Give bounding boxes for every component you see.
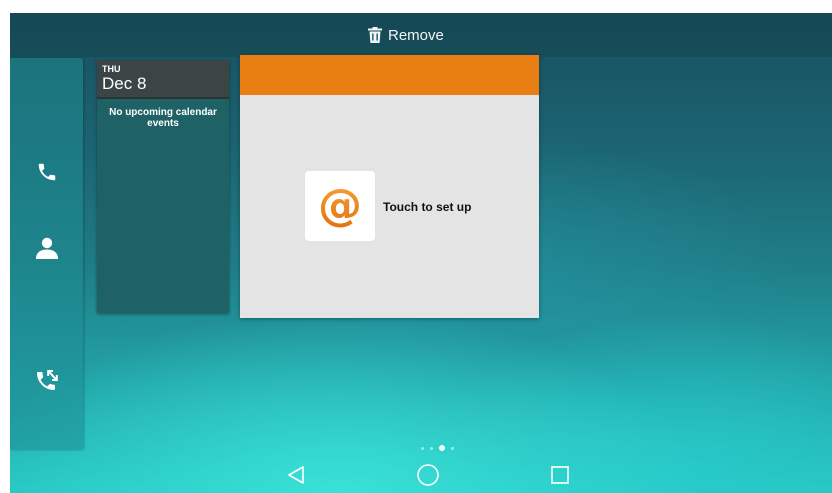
remove-drop-bar[interactable]: Remove xyxy=(10,13,832,57)
left-dock xyxy=(10,58,83,450)
remove-label: Remove xyxy=(388,26,444,44)
phone-icon xyxy=(36,161,58,188)
remove-button[interactable]: Remove xyxy=(368,23,444,47)
calendar-widget[interactable]: THU Dec 8 No upcoming calendar events xyxy=(97,60,229,313)
dock-item-contacts[interactable] xyxy=(10,230,83,270)
dock-item-call-history[interactable] xyxy=(10,362,83,402)
recents-square-icon xyxy=(550,465,570,490)
navigation-bar xyxy=(10,460,832,493)
dock-item-phone[interactable] xyxy=(10,154,83,194)
recents-button[interactable] xyxy=(544,464,576,490)
touch-to-set-up-label: Touch to set up xyxy=(383,200,472,214)
back-button[interactable] xyxy=(280,464,312,490)
calendar-day: THU xyxy=(102,64,121,74)
calendar-date: Dec 8 xyxy=(102,74,147,93)
back-triangle-icon xyxy=(286,465,306,490)
email-widget-header xyxy=(240,55,539,95)
calendar-header: THU Dec 8 xyxy=(97,60,229,99)
calendar-empty-message: No upcoming calendar events xyxy=(109,107,217,129)
home-circle-icon xyxy=(416,463,440,492)
trash-icon xyxy=(368,27,382,43)
email-widget[interactable]: @ Touch to set up xyxy=(240,55,539,318)
home-screen: Remove THU Dec 8 No upcoming calendar ev… xyxy=(10,13,832,493)
at-sign-icon: @ xyxy=(305,171,375,241)
svg-text:@: @ xyxy=(318,180,362,231)
page-dot xyxy=(451,446,454,450)
page-dot xyxy=(430,446,433,450)
person-icon xyxy=(35,237,59,264)
page-dot xyxy=(421,446,424,450)
home-button[interactable] xyxy=(412,463,444,492)
page-indicator xyxy=(421,445,454,451)
phone-arrows-icon xyxy=(35,368,59,397)
page-dot-active xyxy=(439,445,445,451)
email-widget-body[interactable]: @ Touch to set up xyxy=(240,95,539,318)
